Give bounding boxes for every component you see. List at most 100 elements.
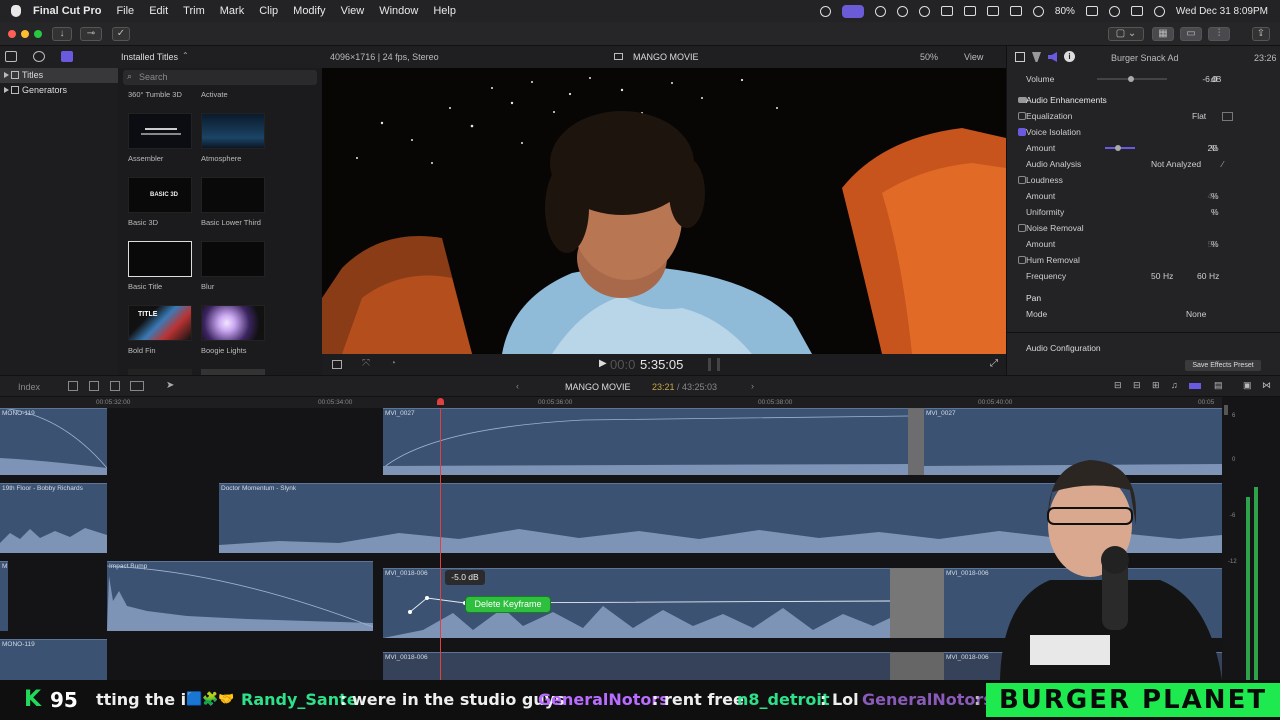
audio-clip[interactable]: 19th Floor - Bobby Richards xyxy=(0,483,107,553)
loudness-checkbox[interactable] xyxy=(1018,176,1026,184)
menu-view[interactable]: View xyxy=(341,5,365,17)
menu-file[interactable]: File xyxy=(116,5,134,17)
title-thumb-bold-fin[interactable]: TITLE xyxy=(128,305,192,341)
select-tool-icon[interactable]: ➤ xyxy=(166,380,174,391)
title-thumb-basic-title[interactable] xyxy=(128,241,192,277)
equalization-dropdown[interactable]: Flat xyxy=(1192,108,1206,124)
control-center-icon[interactable] xyxy=(1130,6,1143,16)
back-icon[interactable]: ‹ xyxy=(516,381,519,391)
noise-removal-checkbox[interactable] xyxy=(1018,224,1026,232)
view-dropdown[interactable]: View xyxy=(964,52,983,62)
audio-clip[interactable]: Impact Bump xyxy=(107,561,373,631)
titles-generators-icon[interactable] xyxy=(61,51,73,62)
audio-clip[interactable]: M xyxy=(0,561,8,631)
hum-removal-checkbox[interactable] xyxy=(1018,256,1026,264)
battery-icon[interactable] xyxy=(1085,6,1098,16)
append-clip-icon[interactable] xyxy=(110,381,120,391)
title-thumb-blur[interactable] xyxy=(201,241,265,277)
background-tasks-icon[interactable]: ✓ xyxy=(112,27,130,41)
color-inspector-icon[interactable] xyxy=(1032,52,1041,62)
photos-audio-icon[interactable] xyxy=(33,51,45,62)
insert-clip-icon[interactable] xyxy=(89,381,99,391)
share-icon[interactable]: ⇪ xyxy=(1252,27,1270,41)
volume-icon[interactable] xyxy=(940,6,953,16)
wifi-icon[interactable] xyxy=(1032,5,1044,17)
video-clip[interactable]: MVI_0027 xyxy=(383,408,908,475)
libraries-icon[interactable] xyxy=(5,51,17,62)
transform-icon[interactable] xyxy=(332,360,342,369)
bluetooth-icon[interactable] xyxy=(1009,6,1022,16)
keyword-icon[interactable]: ⊸ xyxy=(80,27,102,41)
screen-record-icon[interactable] xyxy=(841,4,864,18)
video-inspector-icon[interactable] xyxy=(1015,52,1025,62)
menu-trim[interactable]: Trim xyxy=(183,5,205,17)
menu-edit[interactable]: Edit xyxy=(149,5,168,17)
headphones-icon[interactable]: ♫ xyxy=(1171,380,1178,390)
title-thumb-boogie-lights[interactable] xyxy=(201,305,265,341)
chevron-updown-icon[interactable]: ⌃ xyxy=(182,51,189,60)
audio-clip[interactable]: MONO-119 xyxy=(0,408,107,475)
meter-scroll-icon[interactable] xyxy=(1224,405,1228,415)
import-icon[interactable]: ↓ xyxy=(52,27,72,41)
solo-icon[interactable]: ⋈ xyxy=(1262,380,1271,391)
fullscreen-window-button[interactable] xyxy=(34,30,42,38)
menu-help[interactable]: Help xyxy=(433,5,456,17)
transition[interactable] xyxy=(890,568,944,638)
volume-slider-knob[interactable] xyxy=(1128,76,1134,82)
clip-appearance-icon[interactable]: ▤ xyxy=(1214,380,1223,391)
display-icon[interactable] xyxy=(986,6,999,16)
delete-keyframe-menu-item[interactable]: Delete Keyframe xyxy=(465,596,551,613)
transition[interactable] xyxy=(908,408,924,475)
layout-inspector-icon[interactable]: ⫶ xyxy=(1208,27,1230,41)
apple-icon[interactable] xyxy=(11,5,21,17)
app-menu[interactable]: Final Cut Pro xyxy=(33,5,101,17)
playhead[interactable] xyxy=(440,408,441,680)
speed-icon[interactable]: ◔ xyxy=(390,358,396,369)
connect-clip-icon[interactable] xyxy=(68,381,78,391)
timecode-display[interactable]: 5:35:05 xyxy=(640,357,683,372)
skimming-icon[interactable] xyxy=(1189,383,1201,389)
audio-inspector-icon[interactable] xyxy=(1048,52,1057,62)
siri-icon[interactable] xyxy=(1153,5,1165,17)
magic-wand-icon[interactable]: ⁄ xyxy=(1222,156,1223,172)
eq-editor-icon[interactable] xyxy=(1222,112,1233,121)
library-dropdown-icon[interactable]: ▢ ⌄ xyxy=(1108,27,1144,41)
play-icon[interactable]: ▶ xyxy=(599,358,607,369)
title-thumb-basic-3d[interactable]: BASIC 3D xyxy=(128,177,192,213)
menu-clip[interactable]: Clip xyxy=(259,5,278,17)
amount-slider-knob[interactable] xyxy=(1115,145,1121,151)
search-input[interactable]: Search xyxy=(123,70,317,85)
menu-modify[interactable]: Modify xyxy=(293,5,325,17)
disclosure-icon[interactable] xyxy=(4,87,10,93)
zoom-out-icon[interactable]: ⊟ xyxy=(1133,380,1141,391)
pencil-icon[interactable] xyxy=(963,6,976,16)
layout-browser-icon[interactable]: ▦ xyxy=(1152,27,1174,41)
spotlight-icon[interactable] xyxy=(1108,5,1120,17)
title-thumb-basic-lower-third[interactable] xyxy=(201,177,265,213)
equalization-checkbox[interactable] xyxy=(1018,112,1026,120)
minimize-window-button[interactable] xyxy=(21,30,29,38)
forward-icon[interactable]: › xyxy=(751,381,754,391)
index-button[interactable]: Index xyxy=(18,382,40,392)
zoom-fit-icon[interactable]: ⊟ xyxy=(1114,380,1122,391)
menu-mark[interactable]: Mark xyxy=(220,5,244,17)
pan-mode-dropdown[interactable]: None xyxy=(1186,306,1206,322)
menu-window[interactable]: Window xyxy=(379,5,418,17)
voice-isolation-checkbox[interactable] xyxy=(1018,128,1026,136)
timeline-ruler[interactable]: 00:05:32:00 00:05:34:00 00:05:36:00 00:0… xyxy=(0,397,1222,408)
freq-60-radio[interactable]: 60 xyxy=(1197,268,1206,284)
trim-tool-icon[interactable]: ⤧ xyxy=(362,358,370,369)
overwrite-clip-icon[interactable] xyxy=(130,381,144,391)
freq-50-radio[interactable]: 50 xyxy=(1151,268,1160,284)
creative-cloud-icon[interactable] xyxy=(819,5,831,17)
disclosure-icon[interactable] xyxy=(4,72,10,78)
viewer-frame[interactable] xyxy=(322,68,1006,354)
app-status-icon[interactable] xyxy=(896,5,908,17)
layout-timeline-icon[interactable]: ▭ xyxy=(1180,27,1202,41)
save-effects-preset-button[interactable]: Save Effects Preset xyxy=(1185,360,1261,371)
zoom-dropdown[interactable]: 50% xyxy=(920,52,938,62)
timeline-index-icon[interactable]: ▣ xyxy=(1243,380,1252,391)
title-thumb-assembler[interactable] xyxy=(128,113,192,149)
close-window-button[interactable] xyxy=(8,30,16,38)
zoom-in-icon[interactable]: ⊞ xyxy=(1152,380,1160,391)
